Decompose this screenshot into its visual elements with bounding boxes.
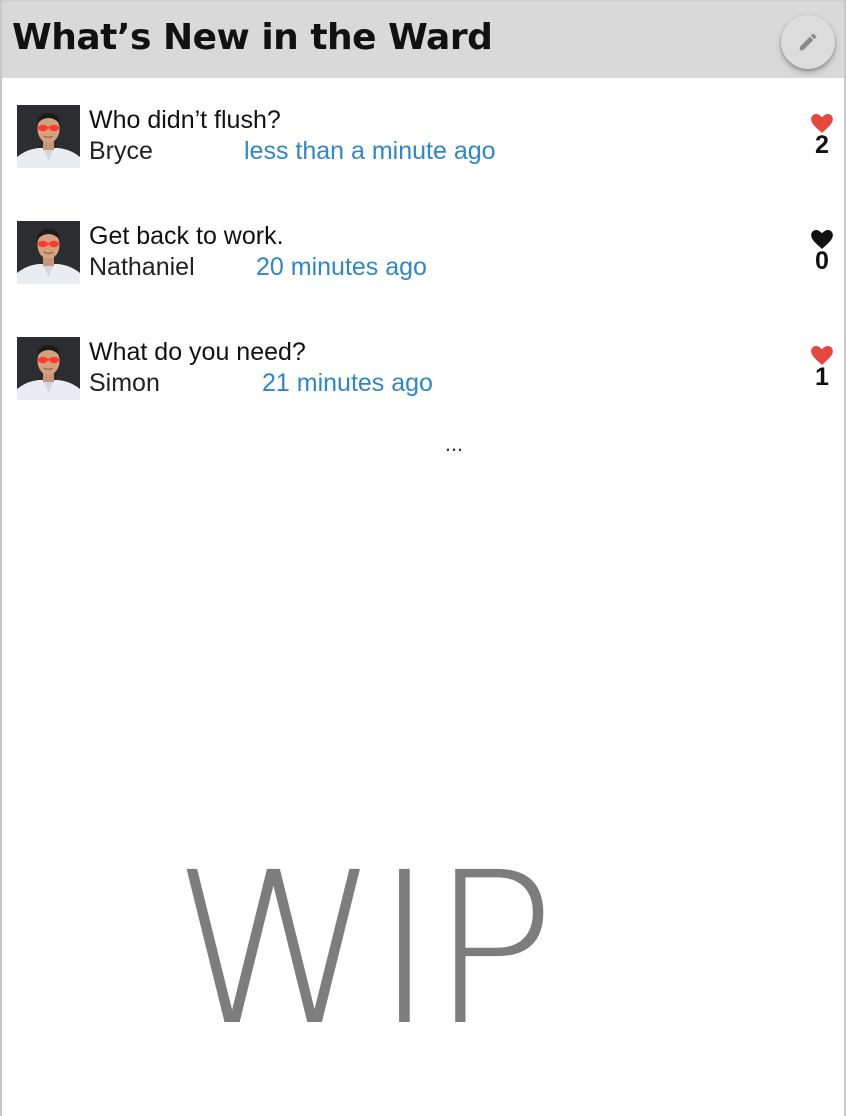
avatar [17,337,80,400]
post-timestamp: 20 minutes ago [256,253,427,281]
edit-button[interactable] [781,15,835,69]
pencil-icon [799,33,817,51]
post-title[interactable]: Get back to work. [89,220,284,252]
like-control: 2 [808,114,836,159]
wip-watermark: WIP [172,827,556,1072]
app-frame: What’s New in the Ward Who didn’t flush?… [0,0,846,1116]
post-title[interactable]: Who didn’t flush? [89,104,281,136]
page-title: What’s New in the Ward [12,17,493,58]
post-item[interactable]: Who didn’t flush? Bryce less than a minu… [2,78,844,168]
app-header: What’s New in the Ward [2,0,844,78]
post-timestamp: 21 minutes ago [262,369,433,397]
post-author: Simon [89,369,160,397]
like-count: 0 [815,247,829,275]
like-control: 1 [808,346,836,391]
post-title[interactable]: What do you need? [89,336,306,368]
load-more-indicator[interactable]: ... [2,431,844,457]
post-author: Bryce [89,137,153,165]
post-item[interactable]: What do you need? Simon 21 minutes ago 1 [2,310,844,400]
avatar [17,221,80,284]
post-author: Nathaniel [89,253,195,281]
like-count: 2 [815,131,829,159]
avatar [17,105,80,168]
post-timestamp: less than a minute ago [244,137,496,165]
post-item[interactable]: Get back to work. Nathaniel 20 minutes a… [2,194,844,284]
like-count: 1 [815,363,829,391]
like-control: 0 [808,230,836,275]
